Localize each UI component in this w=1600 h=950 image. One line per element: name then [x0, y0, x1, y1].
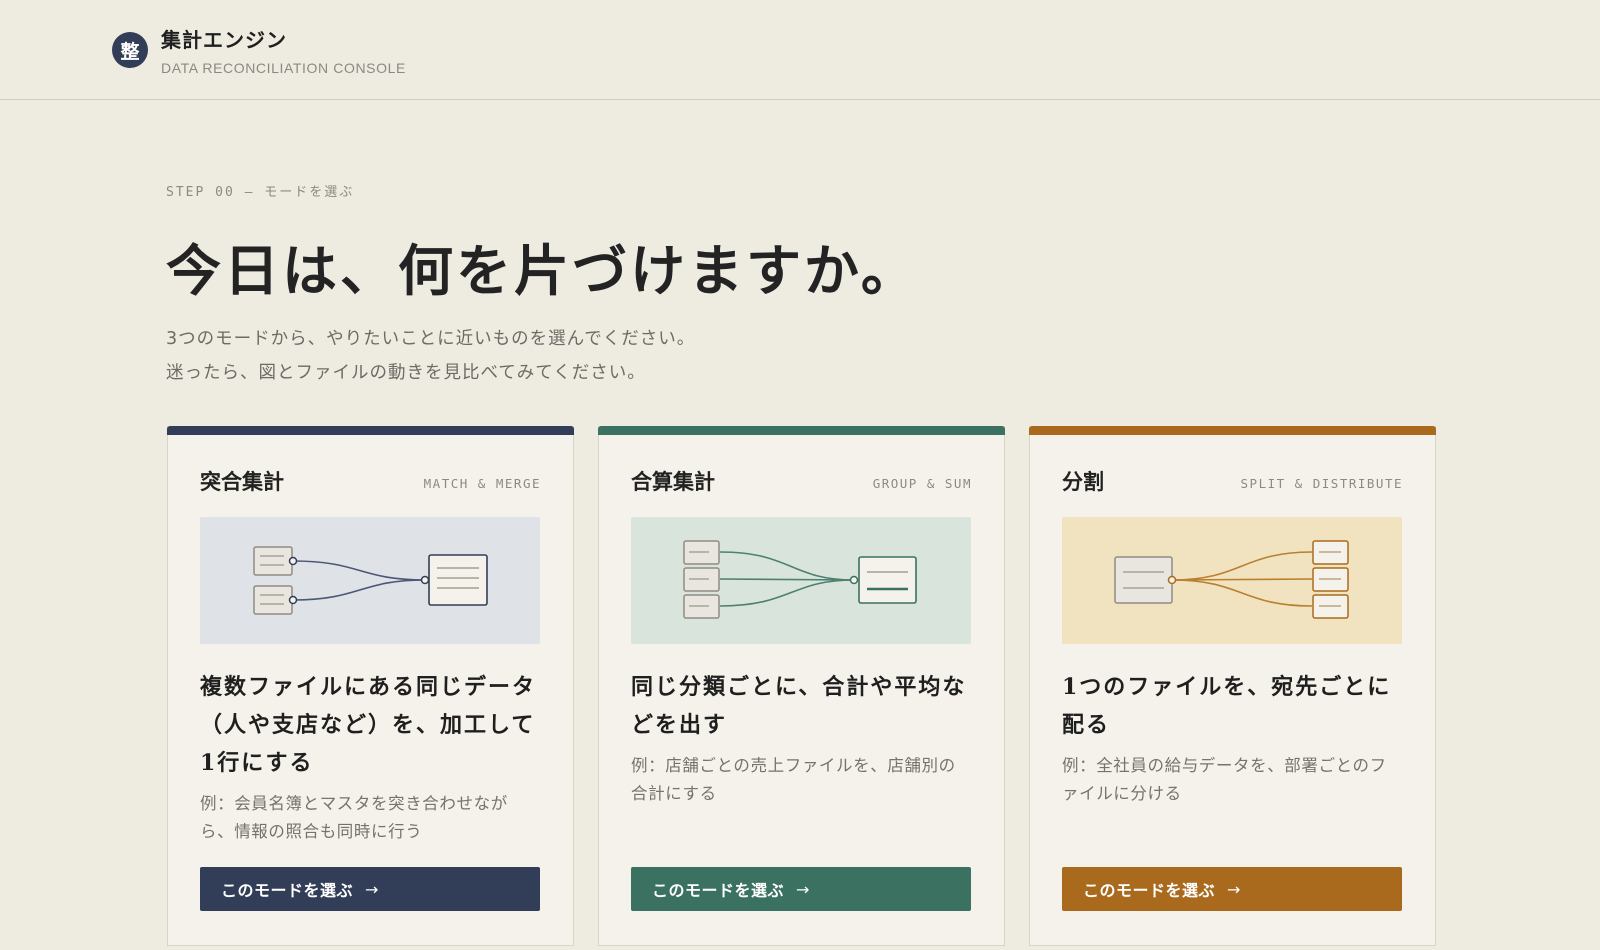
app-subtitle: DATA RECONCILIATION CONSOLE [161, 60, 406, 76]
mode-heading: 複数ファイルにある同じデータ（人や支店など）を、加工して1行にする [200, 674, 537, 776]
mode-card-group-sum: 合算集計 GROUP & SUM 同じ分類ごとに、合計や平均などを出す 例：店舗… [598, 426, 1005, 946]
arrow-right-icon: → [365, 879, 379, 899]
card-accent-bar [598, 426, 1005, 435]
mode-title: 突合集計 [200, 470, 284, 494]
mode-tag: GROUP & SUM [872, 476, 972, 491]
card-accent-bar [167, 426, 574, 435]
mode-card-split-distribute: 分割 SPLIT & DISTRIBUTE 1つのファイルを、宛先ごとに配る 例… [1029, 426, 1436, 946]
select-mode-split-distribute-button[interactable]: このモードを選ぶ → [1062, 867, 1402, 911]
mode-example: 例：全社員の給与データを、部署ごとのファイルに分ける [1062, 756, 1387, 803]
card-accent-bar [1029, 426, 1436, 435]
mode-heading: 同じ分類ごとに、合計や平均などを出す [631, 674, 967, 738]
select-mode-match-merge-button[interactable]: このモードを選ぶ → [200, 867, 540, 911]
mode-heading: 1つのファイルを、宛先ごとに配る [1062, 674, 1392, 738]
mode-tag: MATCH & MERGE [423, 476, 541, 491]
split-distribute-diagram-icon [1062, 517, 1402, 644]
mode-example: 例：店舗ごとの売上ファイルを、店舗別の合計にする [631, 756, 956, 803]
arrow-right-icon: → [1227, 879, 1241, 899]
arrow-right-icon: → [796, 879, 810, 899]
mode-title: 合算集計 [631, 470, 715, 494]
app-title: 集計エンジン [161, 28, 287, 52]
select-mode-group-sum-button[interactable]: このモードを選ぶ → [631, 867, 971, 911]
intro-line-1: 3つのモードから、やりたいことに近いものを選んでください。 [166, 329, 696, 349]
button-label: このモードを選ぶ [652, 881, 785, 900]
mode-example: 例：会員名簿とマスタを突き合わせながら、情報の照合も同時に行う [200, 794, 508, 841]
intro-line-2: 迷ったら、図とファイルの動きを見比べてみてください。 [166, 363, 646, 383]
button-label: このモードを選ぶ [1083, 881, 1216, 900]
mode-tag: SPLIT & DISTRIBUTE [1240, 476, 1403, 491]
app-header: 整 集計エンジン DATA RECONCILIATION CONSOLE [0, 0, 1600, 100]
page-title: 今日は、何を片づけますか。 [166, 238, 919, 303]
app-logo: 整 [112, 32, 148, 68]
match-merge-diagram-icon [200, 517, 540, 644]
mode-title: 分割 [1062, 470, 1104, 494]
group-sum-diagram-icon [631, 517, 971, 644]
button-label: このモードを選ぶ [221, 881, 354, 900]
step-label: STEP 00 — モードを選ぶ [166, 185, 355, 200]
mode-card-match-merge: 突合集計 MATCH & MERGE 複数ファイルにある同じデータ（人や支店など… [167, 426, 574, 946]
intro-description: 3つのモードから、やりたいことに近いものを選んでください。 迷ったら、図とファイ… [166, 322, 695, 390]
